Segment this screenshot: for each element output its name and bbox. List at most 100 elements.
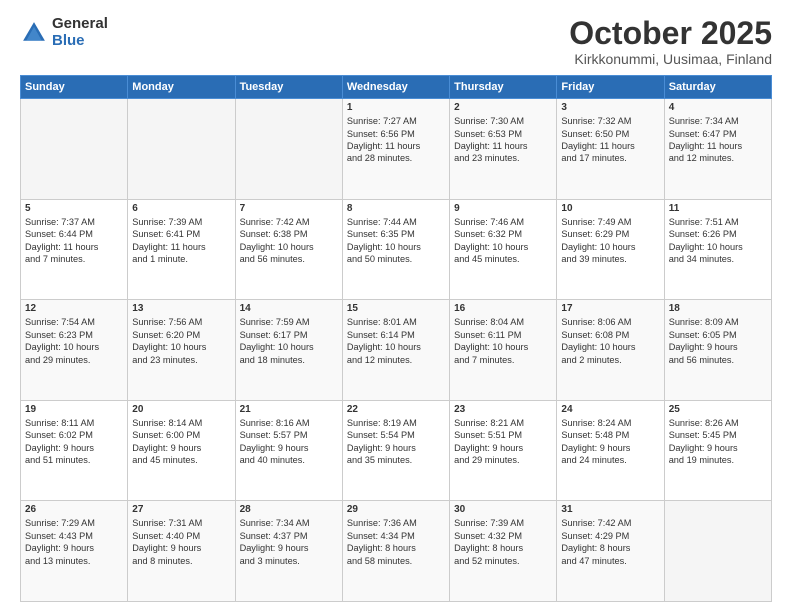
logo-general: General bbox=[52, 16, 108, 33]
calendar-cell: 10 Sunrise: 7:49 AM Sunset: 6:29 PM Dayli… bbox=[557, 199, 664, 300]
cell-content: Sunrise: 7:37 AM Sunset: 6:44 PM Dayligh… bbox=[25, 216, 123, 266]
cell-content: Sunrise: 7:39 AM Sunset: 6:41 PM Dayligh… bbox=[132, 216, 230, 266]
calendar-cell: 12 Sunrise: 7:54 AM Sunset: 6:23 PM Dayli… bbox=[21, 300, 128, 401]
cell-content: Sunrise: 7:42 AM Sunset: 6:38 PM Dayligh… bbox=[240, 216, 338, 266]
weekday-header-tuesday: Tuesday bbox=[235, 76, 342, 99]
calendar-cell: 1 Sunrise: 7:27 AM Sunset: 6:56 PM Daylig… bbox=[342, 99, 449, 200]
cell-content: Sunrise: 7:42 AM Sunset: 4:29 PM Dayligh… bbox=[561, 517, 659, 567]
calendar-cell: 9Sunrise: 7:46 AM Sunset: 6:32 PM Daylig… bbox=[450, 199, 557, 300]
cell-content: Sunrise: 8:16 AM Sunset: 5:57 PM Dayligh… bbox=[240, 417, 338, 467]
calendar-cell: 26Sunrise: 7:29 AM Sunset: 4:43 PM Dayli… bbox=[21, 501, 128, 602]
calendar-cell: 23Sunrise: 8:21 AM Sunset: 5:51 PM Dayli… bbox=[450, 400, 557, 501]
calendar-cell: 24Sunrise: 8:24 AM Sunset: 5:48 PM Dayli… bbox=[557, 400, 664, 501]
calendar-cell: 8 Sunrise: 7:44 AM Sunset: 6:35 PM Daylig… bbox=[342, 199, 449, 300]
calendar-cell: 5Sunrise: 7:37 AM Sunset: 6:44 PM Daylig… bbox=[21, 199, 128, 300]
calendar-cell: 20 Sunrise: 8:14 AM Sunset: 6:00 PM Dayli… bbox=[128, 400, 235, 501]
day-number: 8 bbox=[347, 203, 445, 214]
cell-content: Sunrise: 7:51 AM Sunset: 6:26 PM Dayligh… bbox=[669, 216, 767, 266]
calendar-table: SundayMondayTuesdayWednesdayThursdayFrid… bbox=[20, 75, 772, 602]
day-number: 12 bbox=[25, 303, 123, 314]
cell-content: Sunrise: 7:27 AM Sunset: 6:56 PM Dayligh… bbox=[347, 115, 445, 165]
cell-content: Sunrise: 8:11 AM Sunset: 6:02 PM Dayligh… bbox=[25, 417, 123, 467]
logo-icon bbox=[20, 19, 48, 47]
day-number: 23 bbox=[454, 404, 552, 415]
day-number: 30 bbox=[454, 504, 552, 515]
calendar-cell: 21Sunrise: 8:16 AM Sunset: 5:57 PM Dayli… bbox=[235, 400, 342, 501]
month-title: October 2025 bbox=[569, 16, 772, 51]
week-row-5: 26Sunrise: 7:29 AM Sunset: 4:43 PM Dayli… bbox=[21, 501, 772, 602]
calendar-cell: 17 Sunrise: 8:06 AM Sunset: 6:08 PM Dayli… bbox=[557, 300, 664, 401]
week-row-3: 12 Sunrise: 7:54 AM Sunset: 6:23 PM Dayli… bbox=[21, 300, 772, 401]
day-number: 29 bbox=[347, 504, 445, 515]
cell-content: Sunrise: 7:39 AM Sunset: 4:32 PM Dayligh… bbox=[454, 517, 552, 567]
day-number: 16 bbox=[454, 303, 552, 314]
calendar-cell: 16 Sunrise: 8:04 AM Sunset: 6:11 PM Dayli… bbox=[450, 300, 557, 401]
day-number: 22 bbox=[347, 404, 445, 415]
calendar-cell: 25 Sunrise: 8:26 AM Sunset: 5:45 PM Dayli… bbox=[664, 400, 771, 501]
logo-text: General Blue bbox=[52, 16, 108, 49]
cell-content: Sunrise: 8:09 AM Sunset: 6:05 PM Dayligh… bbox=[669, 316, 767, 366]
day-number: 17 bbox=[561, 303, 659, 314]
weekday-header-friday: Friday bbox=[557, 76, 664, 99]
day-number: 18 bbox=[669, 303, 767, 314]
cell-content: Sunrise: 8:26 AM Sunset: 5:45 PM Dayligh… bbox=[669, 417, 767, 467]
day-number: 25 bbox=[669, 404, 767, 415]
calendar-cell: 13Sunrise: 7:56 AM Sunset: 6:20 PM Dayli… bbox=[128, 300, 235, 401]
cell-content: Sunrise: 7:31 AM Sunset: 4:40 PM Dayligh… bbox=[132, 517, 230, 567]
day-number: 7 bbox=[240, 203, 338, 214]
calendar-cell: 19 Sunrise: 8:11 AM Sunset: 6:02 PM Dayli… bbox=[21, 400, 128, 501]
cell-content: Sunrise: 7:44 AM Sunset: 6:35 PM Dayligh… bbox=[347, 216, 445, 266]
cell-content: Sunrise: 8:06 AM Sunset: 6:08 PM Dayligh… bbox=[561, 316, 659, 366]
weekday-header-saturday: Saturday bbox=[664, 76, 771, 99]
calendar-cell: 15 Sunrise: 8:01 AM Sunset: 6:14 PM Dayli… bbox=[342, 300, 449, 401]
calendar-cell: 31 Sunrise: 7:42 AM Sunset: 4:29 PM Dayli… bbox=[557, 501, 664, 602]
week-row-1: 1 Sunrise: 7:27 AM Sunset: 6:56 PM Daylig… bbox=[21, 99, 772, 200]
cell-content: Sunrise: 8:01 AM Sunset: 6:14 PM Dayligh… bbox=[347, 316, 445, 366]
calendar-cell bbox=[664, 501, 771, 602]
day-number: 24 bbox=[561, 404, 659, 415]
day-number: 2 bbox=[454, 102, 552, 113]
calendar-cell: 11Sunrise: 7:51 AM Sunset: 6:26 PM Dayli… bbox=[664, 199, 771, 300]
calendar-cell bbox=[128, 99, 235, 200]
week-row-4: 19 Sunrise: 8:11 AM Sunset: 6:02 PM Dayli… bbox=[21, 400, 772, 501]
cell-content: Sunrise: 7:59 AM Sunset: 6:17 PM Dayligh… bbox=[240, 316, 338, 366]
calendar-cell: 27Sunrise: 7:31 AM Sunset: 4:40 PM Dayli… bbox=[128, 501, 235, 602]
cell-content: Sunrise: 8:04 AM Sunset: 6:11 PM Dayligh… bbox=[454, 316, 552, 366]
day-number: 13 bbox=[132, 303, 230, 314]
weekday-header-monday: Monday bbox=[128, 76, 235, 99]
page: General Blue October 2025 Kirkkonummi, U… bbox=[0, 0, 792, 612]
header: General Blue October 2025 Kirkkonummi, U… bbox=[20, 16, 772, 67]
calendar-cell bbox=[21, 99, 128, 200]
title-block: October 2025 Kirkkonummi, Uusimaa, Finla… bbox=[569, 16, 772, 67]
calendar-cell: 2 Sunrise: 7:30 AM Sunset: 6:53 PM Daylig… bbox=[450, 99, 557, 200]
day-number: 19 bbox=[25, 404, 123, 415]
day-number: 20 bbox=[132, 404, 230, 415]
day-number: 10 bbox=[561, 203, 659, 214]
week-row-2: 5Sunrise: 7:37 AM Sunset: 6:44 PM Daylig… bbox=[21, 199, 772, 300]
day-number: 26 bbox=[25, 504, 123, 515]
cell-content: Sunrise: 7:54 AM Sunset: 6:23 PM Dayligh… bbox=[25, 316, 123, 366]
cell-content: Sunrise: 7:30 AM Sunset: 6:53 PM Dayligh… bbox=[454, 115, 552, 165]
calendar-cell bbox=[235, 99, 342, 200]
calendar-cell: 4Sunrise: 7:34 AM Sunset: 6:47 PM Daylig… bbox=[664, 99, 771, 200]
weekday-header-thursday: Thursday bbox=[450, 76, 557, 99]
calendar-cell: 7 Sunrise: 7:42 AM Sunset: 6:38 PM Daylig… bbox=[235, 199, 342, 300]
day-number: 28 bbox=[240, 504, 338, 515]
day-number: 15 bbox=[347, 303, 445, 314]
logo-blue: Blue bbox=[52, 33, 108, 50]
day-number: 3 bbox=[561, 102, 659, 113]
cell-content: Sunrise: 8:14 AM Sunset: 6:00 PM Dayligh… bbox=[132, 417, 230, 467]
calendar-cell: 3Sunrise: 7:32 AM Sunset: 6:50 PM Daylig… bbox=[557, 99, 664, 200]
day-number: 6 bbox=[132, 203, 230, 214]
location-subtitle: Kirkkonummi, Uusimaa, Finland bbox=[569, 51, 772, 67]
day-number: 1 bbox=[347, 102, 445, 113]
weekday-header-wednesday: Wednesday bbox=[342, 76, 449, 99]
calendar-cell: 22 Sunrise: 8:19 AM Sunset: 5:54 PM Dayli… bbox=[342, 400, 449, 501]
cell-content: Sunrise: 7:49 AM Sunset: 6:29 PM Dayligh… bbox=[561, 216, 659, 266]
calendar-cell: 29Sunrise: 7:36 AM Sunset: 4:34 PM Dayli… bbox=[342, 501, 449, 602]
day-number: 31 bbox=[561, 504, 659, 515]
day-number: 9 bbox=[454, 203, 552, 214]
cell-content: Sunrise: 7:34 AM Sunset: 4:37 PM Dayligh… bbox=[240, 517, 338, 567]
cell-content: Sunrise: 8:19 AM Sunset: 5:54 PM Dayligh… bbox=[347, 417, 445, 467]
day-number: 14 bbox=[240, 303, 338, 314]
